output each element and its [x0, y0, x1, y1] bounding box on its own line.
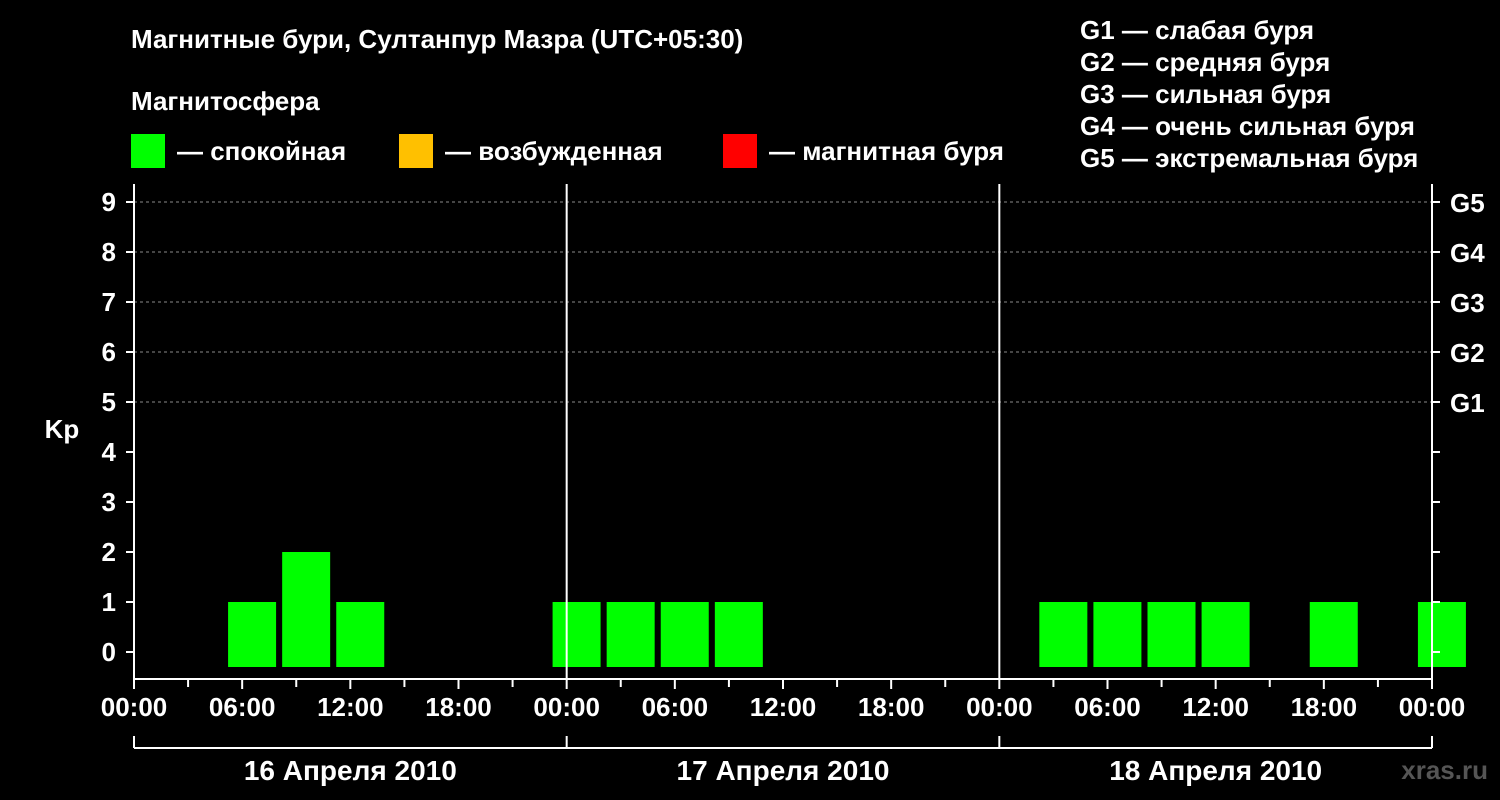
g-axis-label: G4 [1450, 238, 1485, 268]
x-tick-label: 18:00 [1291, 692, 1358, 722]
g-axis-label: G1 [1450, 388, 1485, 418]
kp-bar [714, 602, 763, 667]
kp-bar [282, 552, 331, 667]
kp-bar [606, 602, 655, 667]
kp-bar [1093, 602, 1142, 667]
g-axis-label: G2 [1450, 338, 1485, 368]
kp-bar [1309, 602, 1358, 667]
kp-bar-chart: 0 1 2 3 4 5 6 7 8 9 G1 G2 G3 G4 G5 Kp 00:00 06:00 12:00 18:… [45, 184, 1485, 786]
kp-bar [1417, 602, 1466, 667]
g-axis-label: G3 [1450, 288, 1485, 318]
y-tick-label: 2 [102, 537, 116, 567]
y-tick-label: 4 [102, 437, 117, 467]
kp-bar [552, 602, 601, 667]
kp-bar [660, 602, 709, 667]
x-tick-label: 06:00 [1074, 692, 1141, 722]
x-tick-label: 18:00 [858, 692, 925, 722]
y-tick-label: 5 [102, 387, 116, 417]
kp-bar [1039, 602, 1088, 667]
x-tick-label: 12:00 [1182, 692, 1249, 722]
x-tick-label: 06:00 [642, 692, 709, 722]
y-tick-label: 8 [102, 237, 116, 267]
kp-bar [228, 602, 277, 667]
y-tick-label: 6 [102, 337, 116, 367]
x-tick-label: 06:00 [209, 692, 276, 722]
x-tick-label: 00:00 [533, 692, 600, 722]
watermark: xras.ru [1401, 755, 1488, 785]
y-tick-label: 1 [102, 587, 116, 617]
y-tick-label: 9 [102, 187, 116, 217]
day-label: 18 Апреля 2010 [1109, 755, 1322, 786]
g-axis-label: G5 [1450, 188, 1485, 218]
x-tick-label: 00:00 [101, 692, 168, 722]
x-tick-label: 00:00 [1399, 692, 1466, 722]
y-tick-label: 3 [102, 487, 116, 517]
kp-bar [336, 602, 385, 667]
day-label: 16 Апреля 2010 [244, 755, 457, 786]
y-tick-label: 7 [102, 287, 116, 317]
x-tick-label: 12:00 [750, 692, 817, 722]
x-tick-label: 18:00 [425, 692, 492, 722]
x-tick-label: 12:00 [317, 692, 384, 722]
day-label: 17 Апреля 2010 [677, 755, 890, 786]
kp-bar [1147, 602, 1196, 667]
kp-bar [1201, 602, 1250, 667]
y-axis-title: Kp [45, 414, 80, 444]
x-tick-label: 00:00 [966, 692, 1033, 722]
y-tick-label: 0 [102, 637, 116, 667]
